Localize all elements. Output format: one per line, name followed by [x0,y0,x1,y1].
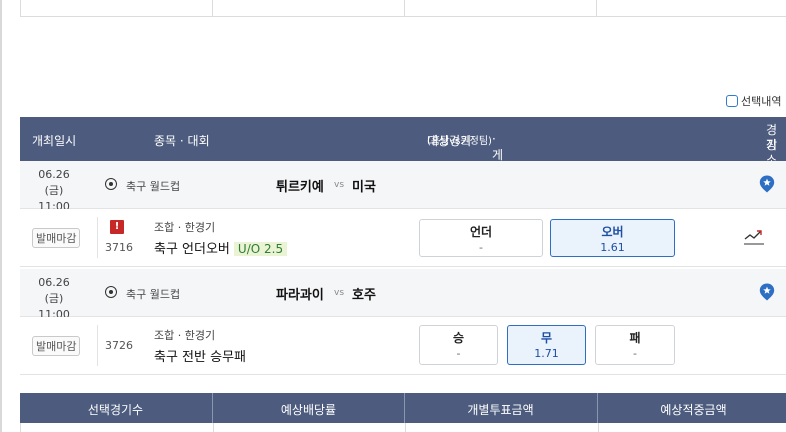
soccer-ball-icon [105,286,117,298]
header-date: 개최일시 [32,134,77,148]
summary-expected-payout: 예상적중금액 [660,403,727,417]
grid-divider [596,0,597,16]
match-date: 06.26 (금) [38,276,70,305]
game-name-text: 축구 언더오버 [154,242,230,257]
game-type: 조합 · 한경기 [154,221,216,234]
game-name: 축구 언더오버 U/O 2.5 [154,238,288,257]
header-sport-league: 종목 · 대회 [154,134,210,148]
bet-row: 발매마감 3726 조합 · 한경기 축구 전반 승무패 승 - 무 1.71 … [20,317,786,375]
match-info-row: 06.26 (금) 11:00 축구 월드컵 튀르키예 vs 미국 [20,161,786,213]
handicap-badge: U/O 2.5 [233,242,288,256]
game-name: 축구 전반 승무패 [154,350,246,365]
status-badge: 발매마감 [32,228,81,248]
trend-chart-icon[interactable] [744,227,764,247]
summary-body-divider [598,423,599,432]
bet-row: 발매마감 ! 3716 조합 · 한경기 축구 언더오버 U/O 2.5 언더 -… [20,209,786,267]
grid-divider [404,0,405,16]
bet-option-under[interactable]: 언더 - [419,219,543,257]
status-badge: 발매마감 [32,336,81,356]
bet-option-odds: - [479,241,483,254]
select-info-label: 선택내역 [741,95,782,108]
league-name: 축구 월드컵 [126,180,181,193]
match-datetime: 06.26 (금) 11:00 [29,167,79,215]
summary-selected-count: 선택경기수 [87,403,144,417]
summary-individual-amount: 개별투표금액 [467,403,534,417]
bet-option-label: 승 [452,331,465,345]
summary-body-divider [405,423,406,432]
league-name: 축구 월드컵 [126,288,181,301]
game-number: 3726 [105,339,133,352]
select-info-checkbox[interactable] [726,95,738,107]
bet-option-win[interactable]: 승 - [419,325,498,365]
game-number: 3716 [105,241,133,254]
select-info-toggle[interactable]: 선택내역 [726,93,781,109]
game-type: 조합 · 한경기 [154,329,216,342]
header-match: 대상경기(홈팀vs원정팀) · 게임주제 [427,132,503,213]
row-divider [97,325,98,366]
vs-label: vs [334,180,345,190]
bet-option-label: 언더 [469,225,493,239]
away-team[interactable]: 호주 [352,284,376,303]
away-team[interactable]: 미국 [352,176,376,195]
bet-option-odds: - [633,347,637,360]
home-team[interactable]: 파라과이 [276,284,324,303]
left-border [0,0,2,432]
bet-option-lose[interactable]: 패 - [595,325,675,365]
venue-pin-icon[interactable] [759,175,775,193]
home-team[interactable]: 튀르키예 [276,176,324,195]
match-info-row: 06.26 (금) 11:00 축구 월드컵 파라과이 vs 호주 [20,269,786,321]
bet-option-odds: 1.71 [534,347,559,360]
bet-option-over[interactable]: 오버 1.61 [550,219,675,257]
summary-header: 선택경기수 예상배당률 개별투표금액 예상적중금액 [20,393,786,423]
row-divider [97,217,98,258]
header-match-main: 대상경기 [427,134,472,148]
warning-icon: ! [110,220,124,234]
grid-divider [212,0,213,16]
bet-option-odds: - [456,347,461,360]
venue-pin-icon[interactable] [759,283,775,301]
summary-body-divider [213,423,214,432]
match-date: 06.26 (금) [38,168,70,197]
table-header: 개최일시 종목 · 대회 대상경기(홈팀vs원정팀) · 게임주제 경기장소 [20,117,786,213]
previous-summary-grid [20,0,786,17]
header-venue: 경기 장소 [752,123,778,167]
grid-divider [20,0,21,16]
bet-option-odds: 1.61 [600,241,625,254]
match-datetime: 06.26 (금) 11:00 [29,275,79,323]
vs-label: vs [334,288,345,298]
soccer-ball-icon [105,178,117,190]
summary-body [20,423,786,432]
bet-option-draw[interactable]: 무 1.71 [507,325,586,365]
summary-expected-odds: 예상배당률 [280,403,337,417]
bet-option-label: 오버 [601,225,624,239]
bet-option-label: 패 [629,331,641,345]
bet-option-label: 무 [540,331,553,345]
